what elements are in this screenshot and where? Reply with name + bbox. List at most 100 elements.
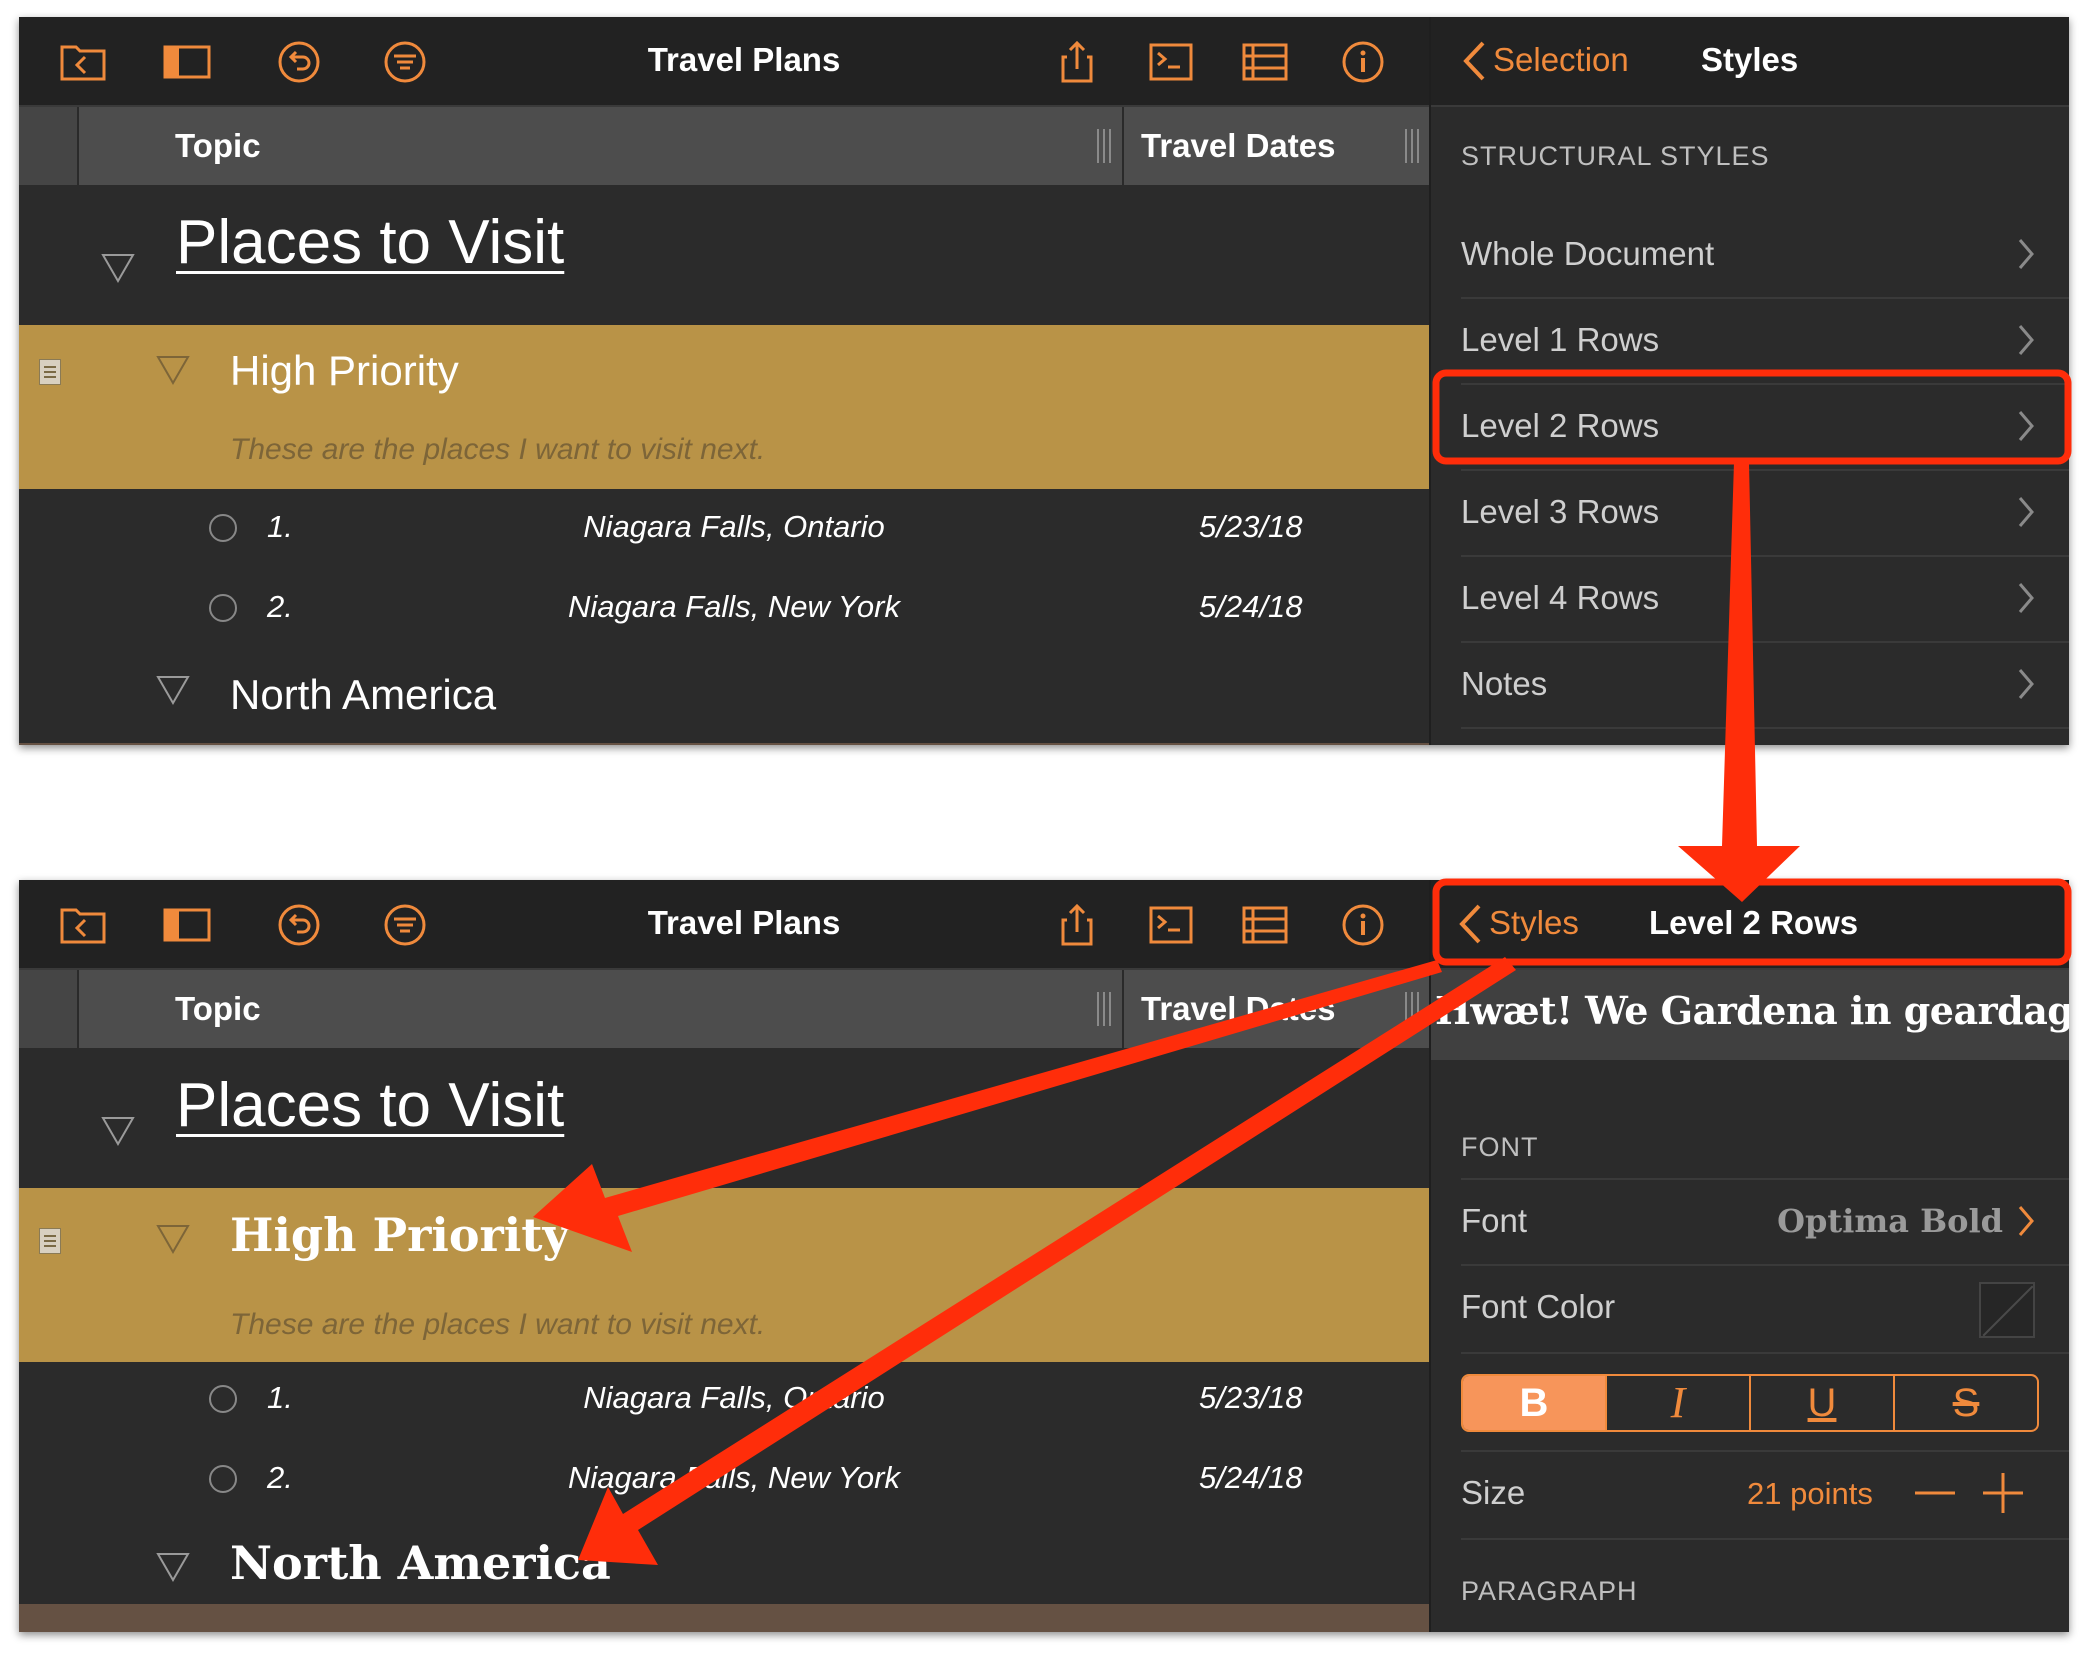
column-divider bbox=[1122, 970, 1124, 1048]
row-item-1[interactable]: 1. Niagara Falls, Ontario 5/23/18 bbox=[19, 1362, 1429, 1442]
item-place[interactable]: Niagara Falls, Ontario bbox=[479, 1380, 989, 1416]
style-row-level-4[interactable]: Level 4 Rows bbox=[1461, 557, 2069, 643]
disclosure-triangle-icon[interactable] bbox=[156, 1552, 190, 1583]
item-date[interactable]: 5/23/18 bbox=[1199, 509, 1302, 545]
row-places-to-visit[interactable]: Places to Visit bbox=[176, 1070, 564, 1141]
back-button-selection[interactable]: Selection bbox=[1493, 41, 1629, 79]
font-color-row[interactable]: Font Color bbox=[1461, 1266, 2069, 1354]
terminal-icon[interactable] bbox=[1147, 41, 1195, 83]
item-place[interactable]: Niagara Falls, New York bbox=[479, 1460, 989, 1496]
columns-icon[interactable] bbox=[1241, 41, 1289, 83]
window-title: Travel Plans bbox=[647, 904, 841, 941]
row-item-2[interactable]: 2. Niagara Falls, New York 5/24/18 bbox=[19, 571, 1429, 651]
filter-icon[interactable] bbox=[381, 904, 429, 946]
style-row-level-1[interactable]: Level 1 Rows bbox=[1461, 299, 2069, 385]
style-row-label: Level 2 Rows bbox=[1461, 407, 1660, 444]
inspector-title: Level 2 Rows bbox=[1649, 904, 1859, 941]
style-row-label: Whole Document bbox=[1461, 235, 1715, 272]
style-row-notes[interactable]: Notes bbox=[1461, 643, 2069, 729]
travel-dates-column-header[interactable]: Travel Dates bbox=[1141, 127, 1335, 165]
item-number: 1. bbox=[267, 509, 293, 544]
note-icon[interactable] bbox=[39, 1228, 61, 1254]
disclosure-triangle-icon[interactable] bbox=[156, 1224, 190, 1255]
screenshot-after: Travel Plans Topic Travel Dates Places t… bbox=[19, 880, 2069, 1632]
share-icon[interactable] bbox=[1053, 903, 1101, 946]
disclosure-triangle-icon[interactable] bbox=[101, 1116, 135, 1147]
style-row-label: Level 1 Rows bbox=[1461, 321, 1660, 358]
italic-button[interactable]: I bbox=[1607, 1376, 1751, 1430]
topic-column-header[interactable]: Topic bbox=[175, 990, 261, 1028]
row-item-2[interactable]: 2. Niagara Falls, New York 5/24/18 bbox=[19, 1442, 1429, 1522]
style-row-level-2[interactable]: Level 2 Rows bbox=[1461, 385, 2069, 471]
info-icon[interactable] bbox=[1339, 904, 1387, 946]
chevron-left-icon[interactable] bbox=[1457, 902, 1483, 946]
row-high-priority-selected[interactable]: High Priority These are the places I wan… bbox=[19, 1188, 1429, 1362]
terminal-icon[interactable] bbox=[1147, 904, 1195, 946]
chevron-right-icon bbox=[2017, 581, 2035, 615]
note-icon[interactable] bbox=[39, 359, 61, 385]
status-checkbox[interactable] bbox=[209, 1385, 237, 1413]
chevron-left-icon[interactable] bbox=[1461, 39, 1487, 83]
strikethrough-button[interactable]: S bbox=[1895, 1376, 2037, 1430]
documents-icon[interactable] bbox=[59, 904, 107, 946]
next-row-strip bbox=[19, 743, 1429, 745]
chevron-right-icon bbox=[2017, 323, 2035, 357]
share-icon[interactable] bbox=[1053, 40, 1101, 83]
item-place[interactable]: Niagara Falls, New York bbox=[479, 589, 989, 625]
size-row: Size 21 points bbox=[1461, 1450, 2069, 1540]
row-item-1[interactable]: 1. Niagara Falls, Ontario 5/23/18 bbox=[19, 491, 1429, 571]
item-place[interactable]: Niagara Falls, Ontario bbox=[479, 509, 989, 545]
topic-column-header[interactable]: Topic bbox=[175, 127, 261, 165]
column-resize-handle[interactable] bbox=[1405, 992, 1419, 1026]
travel-dates-column-header[interactable]: Travel Dates bbox=[1141, 990, 1335, 1028]
status-checkbox[interactable] bbox=[209, 514, 237, 542]
item-number: 2. bbox=[267, 1460, 293, 1495]
inspector-nav-bar: Styles Level 2 Rows bbox=[1431, 880, 2069, 970]
column-resize-handle[interactable] bbox=[1405, 129, 1419, 163]
item-date[interactable]: 5/23/18 bbox=[1199, 1380, 1302, 1416]
row-handle-gutter bbox=[19, 107, 79, 185]
style-row-whole-document[interactable]: Whole Document bbox=[1461, 213, 2069, 299]
column-resize-handle[interactable] bbox=[1097, 129, 1111, 163]
disclosure-triangle-icon[interactable] bbox=[101, 253, 135, 284]
row-high-priority-title[interactable]: High Priority bbox=[230, 347, 459, 395]
disclosure-triangle-icon[interactable] bbox=[156, 355, 190, 386]
underline-button[interactable]: U bbox=[1751, 1376, 1895, 1430]
disclosure-triangle-icon[interactable] bbox=[156, 675, 190, 706]
row-high-priority-selected[interactable]: High Priority These are the places I wan… bbox=[19, 325, 1429, 489]
column-divider bbox=[1122, 107, 1124, 185]
chevron-right-icon bbox=[2017, 237, 2035, 271]
bold-button[interactable]: B bbox=[1463, 1376, 1607, 1430]
row-places-to-visit[interactable]: Places to Visit bbox=[176, 207, 564, 278]
sidebar-icon[interactable] bbox=[163, 41, 211, 83]
documents-icon[interactable] bbox=[59, 41, 107, 83]
row-north-america[interactable]: North America bbox=[230, 1536, 611, 1590]
font-color-label: Font Color bbox=[1461, 1288, 1616, 1325]
style-row-level-3[interactable]: Level 3 Rows bbox=[1461, 471, 2069, 557]
size-stepper[interactable] bbox=[1909, 1468, 2029, 1518]
columns-icon[interactable] bbox=[1241, 904, 1289, 946]
undo-icon[interactable] bbox=[275, 904, 323, 946]
status-checkbox[interactable] bbox=[209, 1465, 237, 1493]
row-high-priority-title[interactable]: High Priority bbox=[230, 1208, 569, 1262]
inspector-nav-bar: Selection Styles bbox=[1431, 17, 2069, 107]
status-checkbox[interactable] bbox=[209, 594, 237, 622]
toolbar: Travel Plans bbox=[19, 17, 1429, 107]
sidebar-icon[interactable] bbox=[163, 904, 211, 946]
row-high-priority-note[interactable]: These are the places I want to visit nex… bbox=[230, 433, 765, 467]
font-color-well[interactable] bbox=[1979, 1282, 2035, 1338]
font-value: Optima Bold bbox=[1777, 1202, 2003, 1240]
font-label: Font bbox=[1461, 1202, 1528, 1239]
font-preview: Hwæt! We Gardena in geardagum bbox=[1431, 970, 2069, 1060]
row-high-priority-note[interactable]: These are the places I want to visit nex… bbox=[230, 1308, 765, 1342]
font-row[interactable]: Font Optima Bold bbox=[1461, 1178, 2069, 1266]
row-north-america[interactable]: North America bbox=[230, 671, 496, 719]
filter-icon[interactable] bbox=[381, 41, 429, 83]
undo-icon[interactable] bbox=[275, 41, 323, 83]
back-button-styles[interactable]: Styles bbox=[1489, 904, 1579, 942]
info-icon[interactable] bbox=[1339, 41, 1387, 83]
item-date[interactable]: 5/24/18 bbox=[1199, 1460, 1302, 1496]
item-date[interactable]: 5/24/18 bbox=[1199, 589, 1302, 625]
column-resize-handle[interactable] bbox=[1097, 992, 1111, 1026]
text-format-segmented-control: B I U S bbox=[1461, 1374, 2039, 1432]
